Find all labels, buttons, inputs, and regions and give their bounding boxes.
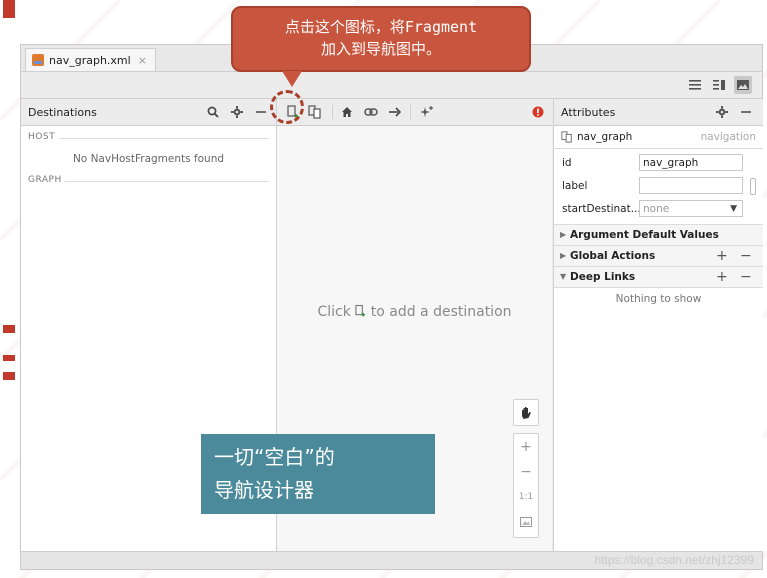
chevron-down-icon: ▼ bbox=[730, 204, 737, 214]
inline-new-destination-icon bbox=[355, 304, 366, 322]
attr-row-label: label bbox=[554, 175, 763, 198]
split-view-icon[interactable] bbox=[710, 76, 728, 94]
graph-divider bbox=[65, 181, 269, 182]
callout-add-fragment: 点击这个图标，将Fragment 加入到导航图中。 bbox=[231, 6, 531, 72]
left-edge-decoration bbox=[0, 0, 22, 578]
host-empty-message: No NavHostFragments found bbox=[72, 153, 225, 165]
chevron-right-icon: ▶ bbox=[560, 251, 567, 260]
home-icon[interactable] bbox=[339, 104, 355, 120]
chevron-right-icon: ▶ bbox=[560, 230, 567, 239]
component-name: nav_graph bbox=[577, 131, 633, 143]
callout-bottom-line-1: 一切“空白”的 bbox=[214, 445, 335, 469]
attributes-title: Attributes bbox=[561, 106, 616, 119]
group-label: Global Actions bbox=[570, 250, 656, 262]
zoom-fit-icon[interactable] bbox=[514, 509, 538, 534]
toolbar-separator bbox=[410, 105, 411, 119]
group-argument-default-values[interactable]: ▶ Argument Default Values bbox=[554, 224, 763, 245]
nested-graph-icon[interactable] bbox=[307, 104, 323, 120]
empty-canvas-suffix: to add a destination bbox=[370, 304, 512, 320]
callout-pointer bbox=[282, 71, 302, 87]
group-label: Deep Links bbox=[570, 271, 636, 283]
attr-row-id: id nav_graph bbox=[554, 152, 763, 175]
nested-graph-icon bbox=[561, 131, 573, 146]
code-view-icon[interactable] bbox=[686, 76, 704, 94]
highlight-circle bbox=[270, 90, 304, 124]
watermark-text: https://blog.csdn.net/zhj12399 bbox=[594, 553, 754, 567]
group-label: Argument Default Values bbox=[570, 229, 719, 241]
graph-section-label: GRAPH bbox=[28, 175, 62, 185]
callout-bottom-line-2: 导航设计器 bbox=[214, 478, 314, 502]
deep-link-icon[interactable] bbox=[363, 104, 379, 120]
start-destination-select[interactable]: none ▼ bbox=[639, 200, 743, 217]
host-section-label: HOST bbox=[28, 132, 56, 142]
empty-canvas-message: Click to add a destination bbox=[277, 304, 552, 322]
selected-component-row: nav_graph navigation bbox=[554, 126, 763, 149]
label-field[interactable] bbox=[639, 177, 743, 194]
file-tab-label: nav_graph.xml bbox=[49, 53, 131, 67]
label-picker-button[interactable] bbox=[750, 178, 756, 195]
hand-icon[interactable] bbox=[514, 400, 538, 425]
attributes-panel: Attributes nav_graph navigation id nav_g… bbox=[553, 99, 763, 551]
remove-icon[interactable]: − bbox=[740, 269, 752, 285]
auto-arrange-icon[interactable] bbox=[419, 104, 435, 120]
search-icon[interactable] bbox=[205, 104, 221, 120]
id-field[interactable]: nav_graph bbox=[639, 154, 743, 171]
add-icon[interactable]: + bbox=[716, 248, 728, 264]
attr-row-start-destination: startDestinat... none ▼ bbox=[554, 198, 763, 221]
error-indicator-icon[interactable] bbox=[530, 104, 546, 120]
chevron-down-icon: ▼ bbox=[560, 272, 567, 281]
deep-links-empty-message: Nothing to show bbox=[615, 293, 702, 305]
canvas-toolbar bbox=[277, 99, 552, 126]
collapse-minus-icon[interactable] bbox=[738, 104, 754, 120]
file-tab-nav-graph[interactable]: nav_graph.xml × bbox=[25, 48, 156, 71]
pan-tool[interactable] bbox=[513, 399, 539, 426]
toolbar-separator bbox=[332, 105, 333, 119]
attr-key-start-destination: startDestinat... bbox=[562, 203, 641, 215]
empty-canvas-prefix: Click bbox=[317, 304, 351, 320]
callout-line-1: 点击这个图标，将Fragment bbox=[284, 18, 478, 36]
status-bar: https://blog.csdn.net/zhj12399 bbox=[21, 551, 762, 569]
zoom-in-button[interactable]: + bbox=[514, 434, 538, 459]
zoom-actual-size-button[interactable]: 1:1 bbox=[514, 484, 538, 509]
zoom-out-button[interactable]: − bbox=[514, 459, 538, 484]
destinations-title: Destinations bbox=[28, 106, 97, 119]
host-divider bbox=[59, 138, 269, 139]
collapse-minus-icon[interactable] bbox=[253, 104, 269, 120]
group-global-actions[interactable]: ▶ Global Actions + − bbox=[554, 245, 763, 266]
add-icon[interactable]: + bbox=[716, 269, 728, 285]
view-mode-bar bbox=[21, 72, 762, 99]
attr-key-id: id bbox=[562, 157, 572, 169]
attr-key-label: label bbox=[562, 180, 588, 192]
attributes-header: Attributes bbox=[554, 99, 763, 126]
callout-line-2: 加入到导航图中。 bbox=[320, 40, 441, 58]
xml-file-icon bbox=[32, 54, 44, 66]
action-arrow-icon[interactable] bbox=[387, 104, 403, 120]
callout-blank-designer: 一切“空白”的 导航设计器 bbox=[201, 434, 435, 514]
gear-icon[interactable] bbox=[714, 104, 730, 120]
group-deep-links[interactable]: ▼ Deep Links + − bbox=[554, 266, 763, 288]
remove-icon[interactable]: − bbox=[740, 248, 752, 264]
start-destination-value: none bbox=[643, 203, 670, 215]
component-type: navigation bbox=[700, 131, 756, 143]
zoom-controls: + − 1:1 bbox=[513, 433, 539, 538]
close-icon[interactable]: × bbox=[138, 54, 147, 67]
design-view-icon[interactable] bbox=[734, 76, 752, 94]
gear-icon[interactable] bbox=[229, 104, 245, 120]
destinations-header: Destinations bbox=[21, 99, 276, 126]
